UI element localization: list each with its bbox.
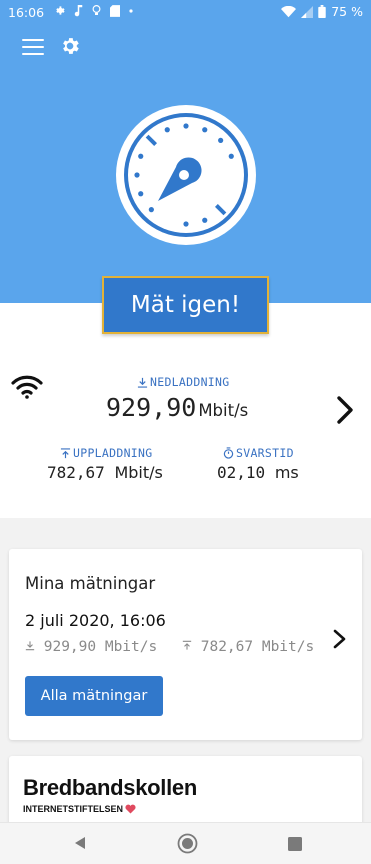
notification-icons — [54, 4, 133, 17]
menu-icon — [22, 39, 44, 41]
upload-arrow-icon — [60, 447, 71, 458]
system-icons: 75 % — [281, 4, 363, 19]
latency-value: 02,10 — [217, 463, 266, 482]
measurement-upload-value: 782,67 Mbit/s — [200, 639, 315, 655]
settings-icon[interactable] — [59, 35, 81, 57]
recent-apps-icon[interactable] — [288, 837, 302, 851]
upload-label-text: UPPLADDNING — [73, 446, 153, 460]
download-label-text: NEDLADDNING — [150, 375, 230, 389]
music-note-icon — [74, 4, 83, 16]
back-icon[interactable] — [73, 836, 87, 850]
menu-button[interactable] — [22, 39, 44, 57]
chevron-right-icon[interactable] — [332, 628, 348, 650]
download-unit: Mbit/s — [198, 401, 249, 420]
gauge-dot — [183, 123, 189, 129]
gauge-dot — [164, 127, 170, 133]
wifi-icon — [281, 5, 297, 17]
battery-icon — [318, 5, 326, 18]
download-value-row: 929,90 Mbit/s — [106, 393, 248, 422]
upload-value-row: 782,67 Mbit/s — [47, 463, 163, 482]
gauge-dot — [228, 153, 234, 159]
download-value: 929,90 — [106, 393, 197, 422]
gauge-dot — [218, 137, 224, 143]
all-measurements-button[interactable]: Alla mätningar — [25, 676, 163, 716]
download-arrow-icon — [25, 641, 35, 651]
wifi-connection-icon — [11, 375, 43, 399]
measure-again-button[interactable]: Mät igen! — [102, 276, 269, 334]
upload-label: UPPLADDNING — [60, 446, 152, 460]
upload-arrow-icon — [182, 640, 192, 650]
dot-icon — [129, 8, 133, 13]
home-icon[interactable] — [177, 833, 198, 854]
latency-label: SVARSTID — [223, 446, 294, 460]
measurement-download: 929,90 Mbit/s — [25, 639, 157, 655]
gauge-dot — [202, 217, 208, 223]
heart-icon — [125, 804, 136, 814]
upload-unit: Mbit/s — [114, 463, 163, 482]
latency-label-text: SVARSTID — [236, 446, 294, 460]
download-label: NEDLADDNING — [137, 375, 229, 389]
gauge-dot — [148, 207, 154, 213]
latency-value-row: 02,10 ms — [217, 463, 299, 482]
gauge-dot — [138, 191, 144, 197]
brand-name: Bredbandskollen — [23, 775, 197, 800]
measurement-download-value: 929,90 Mbit/s — [43, 639, 158, 655]
status-time: 16:06 — [8, 5, 45, 20]
card-title: Mina mätningar — [25, 574, 156, 593]
measurement-date: 2 juli 2020, 16:06 — [25, 611, 166, 630]
system-navigation-bar — [0, 822, 371, 864]
brand-subtitle: INTERNETSTIFTELSEN — [23, 804, 124, 814]
measurement-upload: 782,67 Mbit/s — [182, 639, 314, 655]
battery-percent: 75 % — [331, 4, 363, 19]
upload-value: 782,67 — [47, 463, 105, 482]
download-arrow-icon — [137, 377, 148, 388]
gauge-dot — [138, 153, 144, 159]
signal-icon — [301, 5, 314, 18]
latency-unit: ms — [274, 463, 299, 482]
chevron-right-icon[interactable] — [334, 395, 356, 425]
gauge-dot — [202, 127, 208, 133]
my-measurements-card[interactable]: Mina mätningar 2 juli 2020, 16:06 929,90… — [9, 549, 362, 740]
sd-card-icon — [110, 4, 120, 17]
speedometer-icon — [116, 105, 256, 245]
gear-icon — [56, 6, 65, 15]
gauge-dot — [183, 221, 189, 227]
brand-subtitle-row: INTERNETSTIFTELSEN — [23, 804, 136, 814]
status-bar: 16:06 75 % — [0, 0, 371, 26]
lightbulb-icon — [92, 5, 101, 15]
gauge-dot — [134, 172, 140, 178]
stopwatch-icon — [223, 447, 234, 459]
